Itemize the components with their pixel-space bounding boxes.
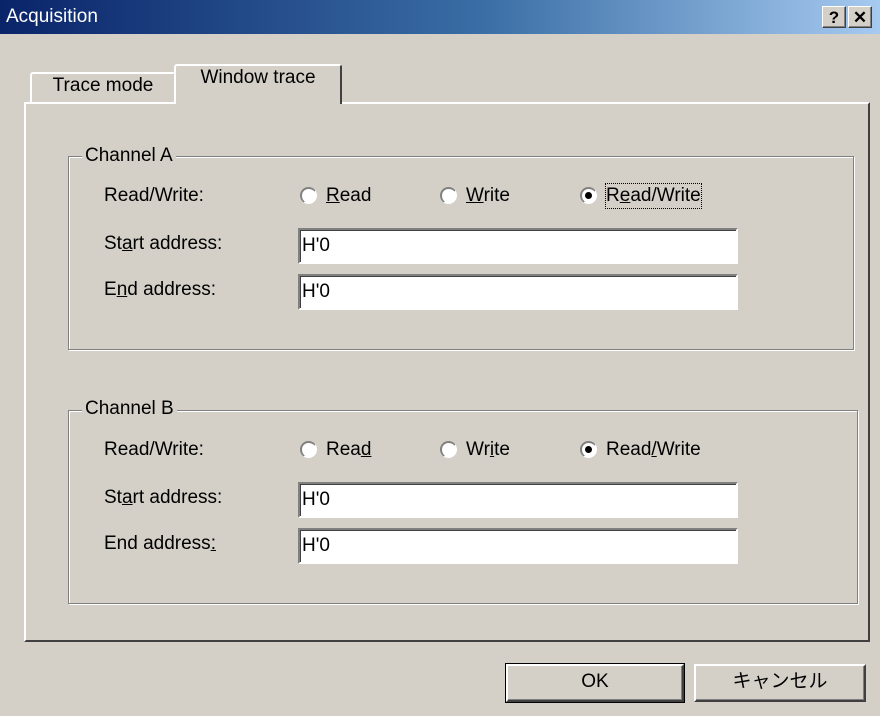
radio-circle bbox=[440, 187, 457, 204]
radio-label: Write bbox=[466, 439, 511, 460]
tab-window-trace[interactable]: Window trace bbox=[174, 64, 342, 104]
window-title: Acquisition bbox=[6, 6, 98, 27]
radio-selected-dot bbox=[585, 192, 592, 199]
tab-label: Window trace bbox=[200, 67, 316, 88]
cancel-button[interactable]: キャンセル bbox=[694, 664, 866, 702]
channel-b-end-label: End address: bbox=[104, 533, 216, 554]
radio-label: Read/Write bbox=[605, 183, 702, 209]
radio-circle bbox=[440, 441, 457, 458]
channel-a-start-label: Start address: bbox=[104, 233, 223, 254]
radio-label: Read bbox=[326, 439, 372, 460]
radio-selected-dot bbox=[585, 446, 592, 453]
radio-circle bbox=[300, 187, 317, 204]
ok-button[interactable]: OK bbox=[505, 663, 685, 703]
channel-b-radio-read[interactable]: Read bbox=[300, 438, 400, 462]
channel-a-legend: Channel A bbox=[82, 145, 176, 167]
channel-b-end-address-input[interactable]: H'0 bbox=[298, 528, 738, 564]
radio-label: Write bbox=[466, 185, 510, 206]
channel-a-start-address-input[interactable]: H'0 bbox=[298, 228, 738, 264]
help-button[interactable]: ? bbox=[822, 6, 846, 28]
channel-b-radio-write[interactable]: Write bbox=[440, 438, 540, 462]
channel-a-end-address-input[interactable]: H'0 bbox=[298, 274, 738, 310]
tab-trace-mode[interactable]: Trace mode bbox=[30, 72, 176, 102]
title-bar[interactable]: Acquisition ? ✕ bbox=[0, 0, 880, 34]
channel-b-start-address-input[interactable]: H'0 bbox=[298, 482, 738, 518]
channel-b-rw-label: Read/Write: bbox=[104, 439, 204, 460]
channel-b-legend: Channel B bbox=[82, 398, 177, 420]
channel-b-radio-read-write[interactable]: Read/Write bbox=[580, 438, 740, 462]
channel-a-radio-read[interactable]: Read bbox=[300, 184, 400, 208]
close-button[interactable]: ✕ bbox=[848, 6, 872, 28]
channel-b-start-label: Start address: bbox=[104, 487, 223, 508]
acquisition-dialog: Acquisition ? ✕ Trace mode Window trace … bbox=[0, 0, 880, 716]
radio-label: Read bbox=[326, 185, 372, 206]
channel-a-rw-label: Read/Write: bbox=[104, 185, 204, 206]
radio-label: Read/Write bbox=[606, 439, 701, 460]
channel-a-end-label: End address: bbox=[104, 279, 216, 300]
channel-a-radio-read-write[interactable]: Read/Write bbox=[580, 183, 740, 209]
radio-circle bbox=[300, 441, 317, 458]
channel-a-radio-write[interactable]: Write bbox=[440, 184, 540, 208]
